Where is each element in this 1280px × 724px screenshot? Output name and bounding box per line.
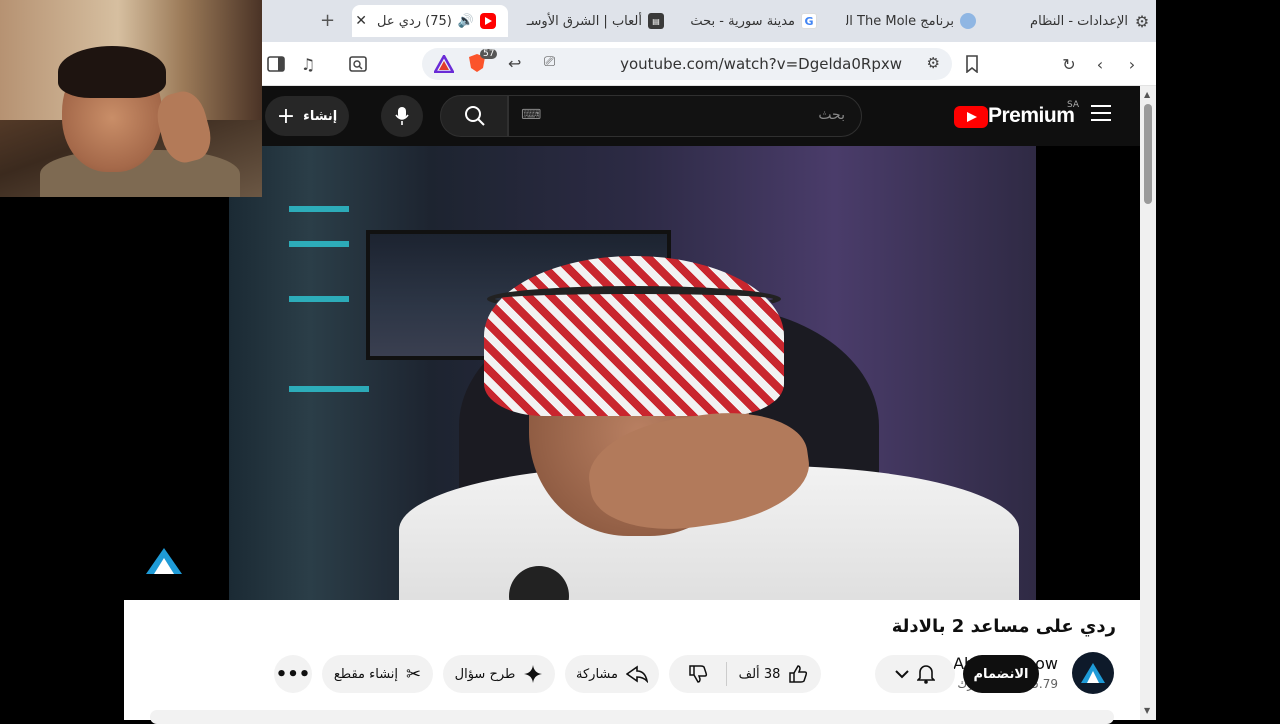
reload-icon[interactable]: ↻: [1059, 54, 1079, 74]
description-box[interactable]: [150, 710, 1114, 724]
share-label: مشاركة: [576, 666, 618, 682]
create-button[interactable]: إنشاء +: [265, 96, 349, 136]
search-button[interactable]: [440, 95, 508, 137]
menu-icon[interactable]: [1091, 104, 1113, 122]
tab-google[interactable]: G مدينة سورية - بحث: [682, 5, 817, 37]
like-button[interactable]: 38 ألف: [725, 662, 821, 686]
thumbs-up-icon: [788, 664, 808, 684]
chevron-down-icon: [895, 669, 909, 679]
youtube-page: إنشاء + ⌨ بحث Premium SA ردي على مساعد 2…: [124, 86, 1140, 724]
like-count: 38 ألف: [738, 666, 781, 682]
music-note-icon[interactable]: ♫: [298, 54, 318, 74]
scroll-down-icon[interactable]: ▼: [1144, 706, 1150, 715]
voice-search-button[interactable]: [381, 95, 423, 137]
scrollbar-thumb[interactable]: [1144, 104, 1152, 204]
tab-title: الإعدادات - النظام: [1030, 13, 1128, 29]
tab-title: ألعاب | الشرق الأوسـ: [526, 13, 642, 29]
address-bar[interactable]: 57 ↩ ⎚ youtube.com/watch?v=Dgelda0Rpxw ⚙: [422, 48, 952, 80]
tab-title: مدينة سورية - بحث: [690, 13, 795, 29]
page-scrollbar[interactable]: ▲ ▼: [1140, 86, 1156, 720]
like-dislike-group: 38 ألف: [669, 655, 821, 693]
share-arrow-icon[interactable]: ↩: [508, 54, 521, 73]
share-icon: [625, 665, 648, 683]
url-text: youtube.com/watch?v=Dgelda0Rpxw: [620, 55, 902, 73]
tab-settings[interactable]: ⚙ الإعدادات - النظام: [1014, 5, 1150, 37]
thumbs-down-icon: [688, 664, 708, 684]
search-icon: [465, 106, 485, 126]
audio-playing-icon[interactable]: 🔊: [458, 14, 474, 29]
search-input[interactable]: ⌨ بحث: [508, 95, 862, 137]
more-actions-button[interactable]: •••: [274, 655, 312, 693]
close-icon[interactable]: ✕: [355, 13, 367, 29]
sidebar-toggle-icon[interactable]: [266, 54, 286, 74]
clip-label: إنشاء مقطع: [333, 666, 399, 682]
region-code: SA: [1067, 100, 1080, 110]
rewards-triangle-icon[interactable]: [434, 55, 454, 73]
video-player[interactable]: [124, 146, 1140, 600]
youtube-icon: [480, 13, 496, 29]
channel-avatar[interactable]: [1072, 652, 1114, 694]
video-title: ردي على مساعد 2 بالادلة: [891, 616, 1116, 637]
tab-news[interactable]: ▤ ألعاب | الشرق الأوسـ: [524, 5, 664, 37]
join-label: الانضمام: [973, 666, 1029, 682]
forward-icon[interactable]: ‹: [1090, 54, 1110, 74]
tab-youtube[interactable]: 🔊 (75) ردي عل ✕: [352, 5, 508, 37]
cast-icon[interactable]: ⎚: [544, 54, 555, 70]
shield-count-badge: 57: [480, 49, 498, 59]
scissors-icon: ✂: [406, 663, 422, 685]
subscribe-notify-button[interactable]: [875, 655, 955, 693]
ask-button[interactable]: طرح سؤال: [443, 655, 555, 693]
share-button[interactable]: مشاركة: [565, 655, 659, 693]
reader-mode-icon[interactable]: [348, 54, 368, 74]
create-label: إنشاء: [303, 108, 338, 124]
ask-label: طرح سؤال: [454, 666, 516, 682]
join-button[interactable]: الانضمام: [963, 655, 1039, 693]
webcam-person-hair: [58, 46, 166, 98]
microphone-icon: [395, 107, 409, 125]
gear-icon: ⚙: [1134, 11, 1150, 31]
tab-bar: + 🔊 (75) ردي عل ✕ ▤ ألعاب | الشرق الأوسـ…: [262, 0, 1156, 42]
plus-icon: +: [276, 103, 296, 129]
site-settings-icon[interactable]: ⚙: [927, 54, 940, 72]
browser-toolbar: ♫ 57 ↩ ⎚ youtube.com/watch?v=Dgelda0Rpxw…: [262, 42, 1156, 86]
dislike-button[interactable]: [670, 664, 726, 684]
video-person-headscarf: [484, 256, 784, 416]
tab-title: (75) ردي عل: [377, 13, 452, 29]
tab-the-mole[interactable]: برنامج The Mole الـ: [846, 5, 976, 37]
youtube-logo[interactable]: [954, 106, 988, 128]
scroll-up-icon[interactable]: ▲: [1144, 90, 1150, 99]
webcam-overlay: [0, 0, 262, 197]
youtube-logo-text: Premium: [988, 104, 1075, 127]
globe-icon: [960, 13, 976, 29]
news-icon: ▤: [648, 13, 664, 29]
browser-window: + 🔊 (75) ردي عل ✕ ▤ ألعاب | الشرق الأوسـ…: [124, 0, 1156, 724]
keyboard-icon[interactable]: ⌨: [521, 107, 541, 123]
youtube-header: إنشاء + ⌨ بحث Premium SA: [262, 86, 1140, 146]
video-person-agal: [487, 286, 781, 312]
tab-title: برنامج The Mole الـ: [846, 13, 954, 29]
bell-icon: [917, 664, 935, 684]
clip-button[interactable]: ✂ إنشاء مقطع: [322, 655, 433, 693]
bookmark-icon[interactable]: [962, 54, 982, 74]
new-tab-button[interactable]: +: [320, 10, 335, 31]
back-icon[interactable]: ›: [1122, 54, 1142, 74]
video-info-section: ردي على مساعد 2 بالادلة Ahmed Show ✓ 5.7…: [124, 600, 1140, 724]
google-icon: G: [801, 13, 817, 29]
search-placeholder: بحث: [818, 107, 845, 123]
youtube-play-icon: [954, 106, 988, 128]
more-horizontal-icon: •••: [275, 663, 311, 685]
channel-watermark-icon[interactable]: [144, 546, 184, 576]
sparkle-icon: [523, 664, 543, 684]
video-frame[interactable]: [229, 146, 1036, 600]
